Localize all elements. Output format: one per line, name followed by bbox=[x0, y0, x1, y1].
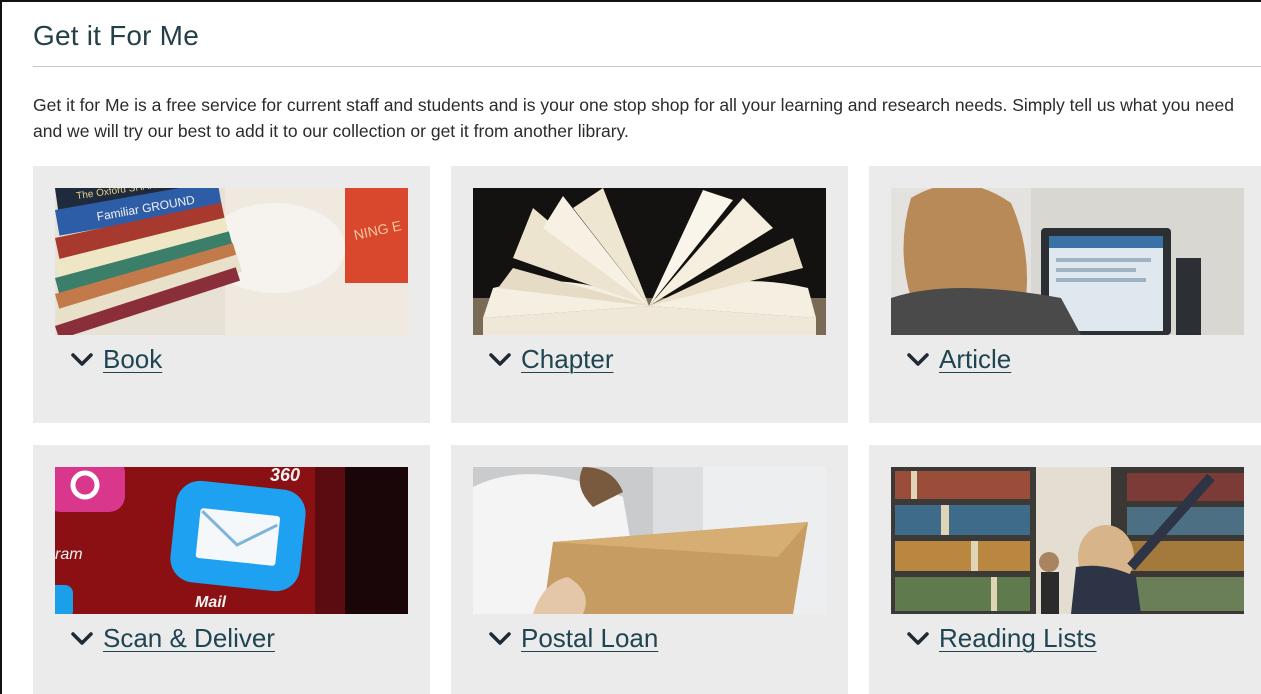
chevron-down-icon bbox=[907, 352, 929, 366]
scan-deliver-label: Scan & Deliver bbox=[103, 623, 275, 653]
open-book-image bbox=[473, 188, 826, 335]
page-title: Get it For Me bbox=[33, 20, 199, 51]
article-link[interactable]: Article bbox=[907, 344, 1011, 375]
app-text-ram: ram bbox=[55, 546, 83, 563]
chevron-down-icon bbox=[489, 352, 511, 366]
library-shelves-image bbox=[891, 467, 1244, 614]
card-scan-deliver: ram 360 Mail Scan & Deliver bbox=[33, 445, 430, 694]
card-chapter: Chapter bbox=[451, 166, 848, 423]
person-at-computer-image bbox=[891, 188, 1244, 335]
chevron-down-icon bbox=[71, 352, 93, 366]
book-link[interactable]: Book bbox=[71, 344, 162, 375]
card-postal-loan: Postal Loan bbox=[451, 445, 848, 694]
chapter-label: Chapter bbox=[521, 344, 614, 374]
chevron-down-icon bbox=[907, 631, 929, 645]
reading-lists-label: Reading Lists bbox=[939, 623, 1097, 653]
postal-loan-link[interactable]: Postal Loan bbox=[489, 623, 658, 654]
page-frame: Get it For Me Get it for Me is a free se… bbox=[0, 0, 1261, 694]
chevron-down-icon bbox=[489, 631, 511, 645]
card-book: NING E The Oxford SHAKESPEARE Familiar G… bbox=[33, 166, 430, 423]
book-stack-image: NING E The Oxford SHAKESPEARE Familiar G… bbox=[55, 188, 408, 335]
chapter-link[interactable]: Chapter bbox=[489, 344, 614, 375]
mail-app-image: ram 360 Mail bbox=[55, 467, 408, 614]
intro-paragraph: Get it for Me is a free service for curr… bbox=[33, 95, 1235, 141]
title-divider bbox=[33, 66, 1261, 67]
scan-deliver-link[interactable]: Scan & Deliver bbox=[71, 623, 275, 654]
article-label: Article bbox=[939, 344, 1012, 374]
book-label: Book bbox=[103, 344, 163, 374]
envelope-image bbox=[473, 467, 826, 614]
app-text-mail: Mail bbox=[195, 594, 227, 611]
card-article: Article bbox=[869, 166, 1261, 423]
postal-loan-label: Postal Loan bbox=[521, 623, 659, 653]
reading-lists-link[interactable]: Reading Lists bbox=[907, 623, 1097, 654]
app-text-360: 360 bbox=[270, 467, 300, 485]
chevron-down-icon bbox=[71, 631, 93, 645]
card-reading-lists: Reading Lists bbox=[869, 445, 1261, 694]
